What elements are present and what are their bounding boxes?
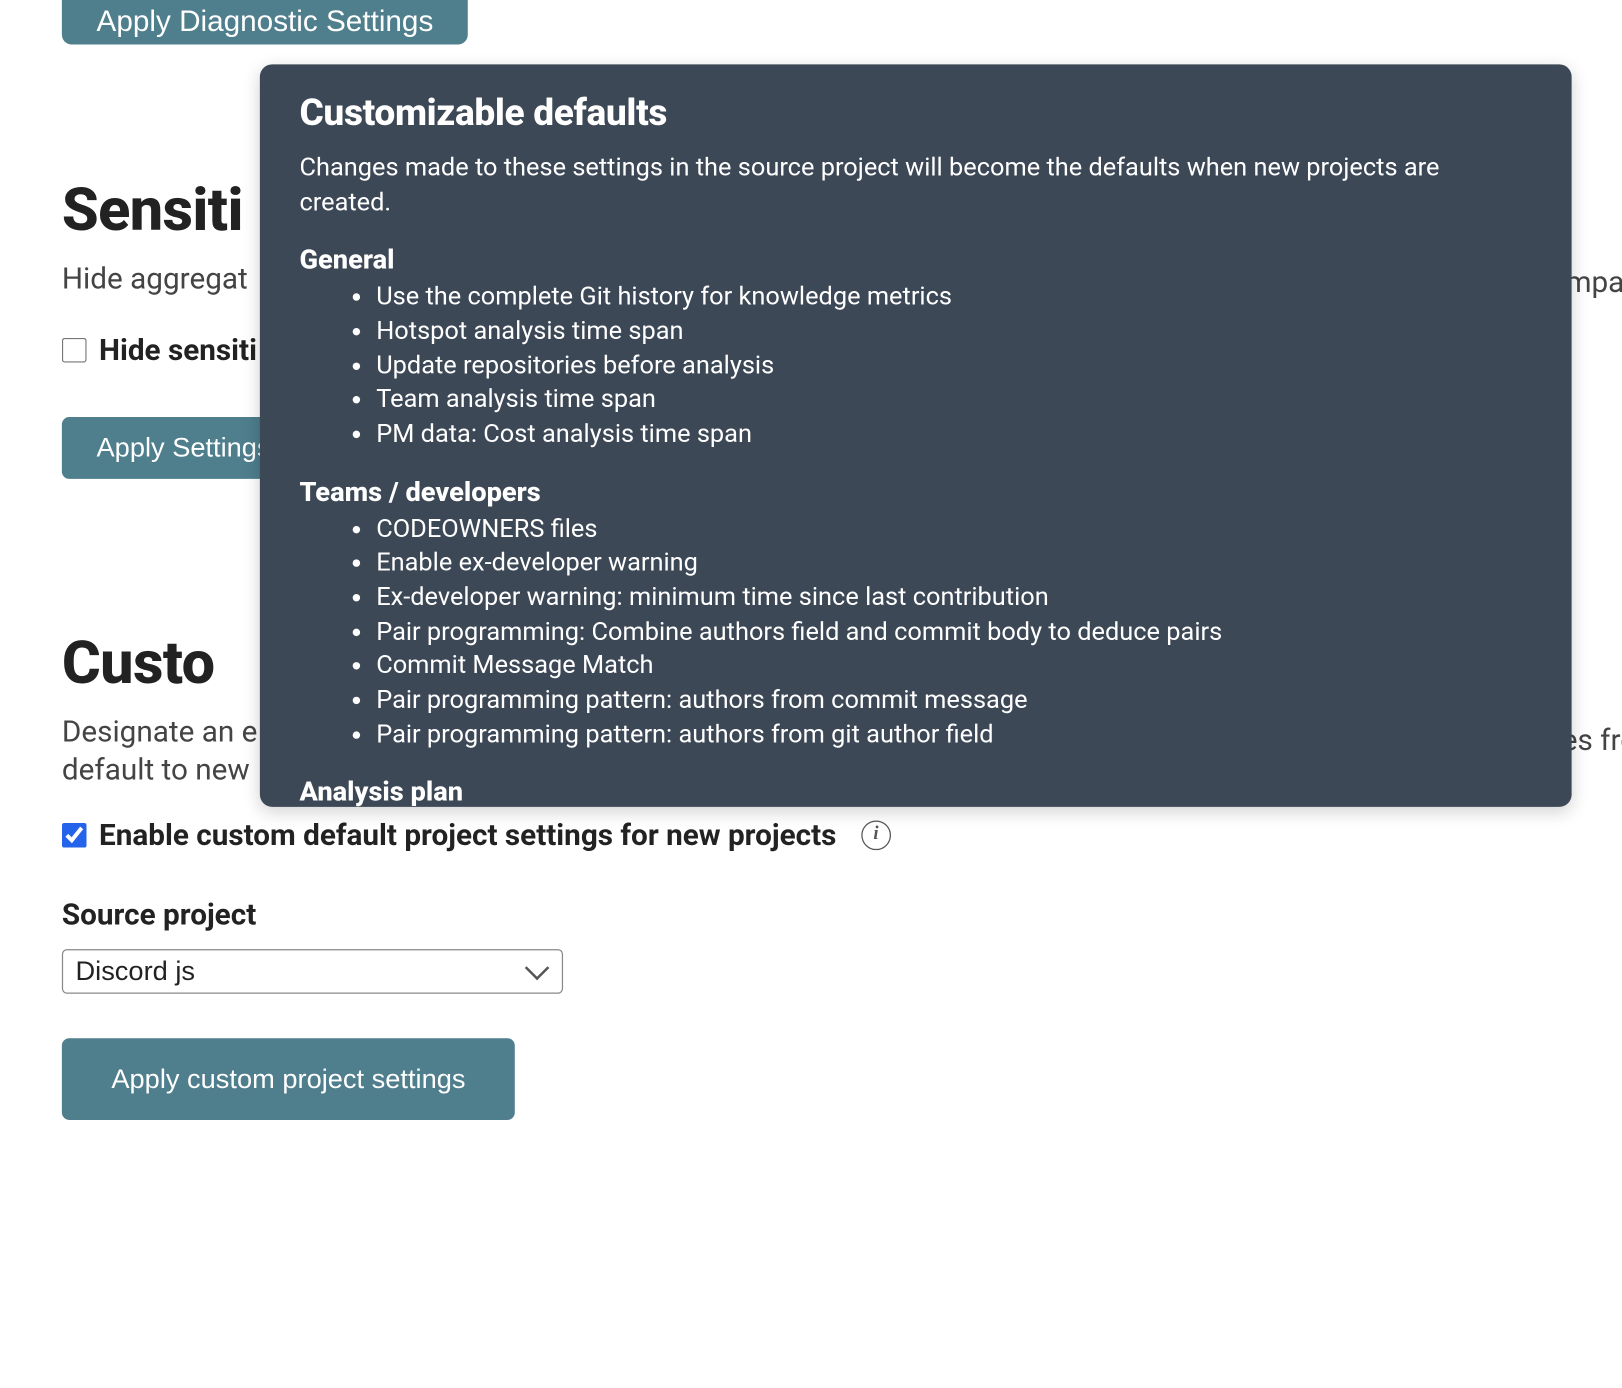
source-project-select-wrapper[interactable]: Discord js — [62, 949, 563, 994]
tooltip-item: Update repositories before analysis — [376, 350, 1532, 384]
apply-diagnostic-button[interactable]: Apply Diagnostic Settings — [62, 0, 468, 45]
tooltip-desc: Changes made to these settings in the so… — [299, 152, 1532, 220]
tooltip-group-heading-general: General — [299, 245, 1532, 276]
tooltip-item: CODEOWNERS files — [376, 513, 1532, 547]
sensitive-desc-trailing: mpan — [1565, 265, 1622, 300]
enable-custom-defaults-label: Enable custom default project settings f… — [99, 817, 836, 852]
tooltip-item: Use the complete Git history for knowled… — [376, 281, 1532, 315]
tooltip-item: Enable ex-developer warning — [376, 547, 1532, 581]
tooltip-item: PM data: Cost analysis time span — [376, 418, 1532, 452]
tooltip-item: Commit Message Match — [376, 650, 1532, 684]
apply-custom-project-settings-button[interactable]: Apply custom project settings — [62, 1038, 515, 1120]
tooltip-group-heading-analysis: Analysis plan — [299, 778, 1532, 807]
info-icon[interactable]: i — [861, 820, 891, 850]
enable-custom-defaults-row[interactable]: Enable custom default project settings f… — [62, 817, 1622, 852]
tooltip-title: Customizable defaults — [299, 92, 1532, 135]
enable-custom-defaults-checkbox[interactable] — [62, 822, 87, 847]
hide-sensitive-checkbox[interactable] — [62, 338, 87, 363]
source-project-select[interactable]: Discord js — [62, 949, 563, 994]
tooltip-item: Ex-developer warning: minimum time since… — [376, 582, 1532, 616]
tooltip-group-heading-teams: Teams / developers — [299, 477, 1532, 508]
tooltip-group-list-general: Use the complete Git history for knowled… — [299, 281, 1532, 452]
tooltip-item: Pair programming: Combine authors field … — [376, 616, 1532, 650]
tooltip-item: Hotspot analysis time span — [376, 316, 1532, 350]
tooltip-item: Pair programming pattern: authors from c… — [376, 684, 1532, 718]
source-project-label: Source project — [62, 897, 1622, 932]
tooltip-item: Pair programming pattern: authors from g… — [376, 719, 1532, 753]
tooltip-group-list-teams: CODEOWNERS files Enable ex-developer war… — [299, 513, 1532, 753]
hide-sensitive-label: Hide sensiti — [99, 333, 257, 368]
customizable-defaults-tooltip: Customizable defaults Changes made to th… — [260, 64, 1572, 807]
tooltip-item: Team analysis time span — [376, 384, 1532, 418]
